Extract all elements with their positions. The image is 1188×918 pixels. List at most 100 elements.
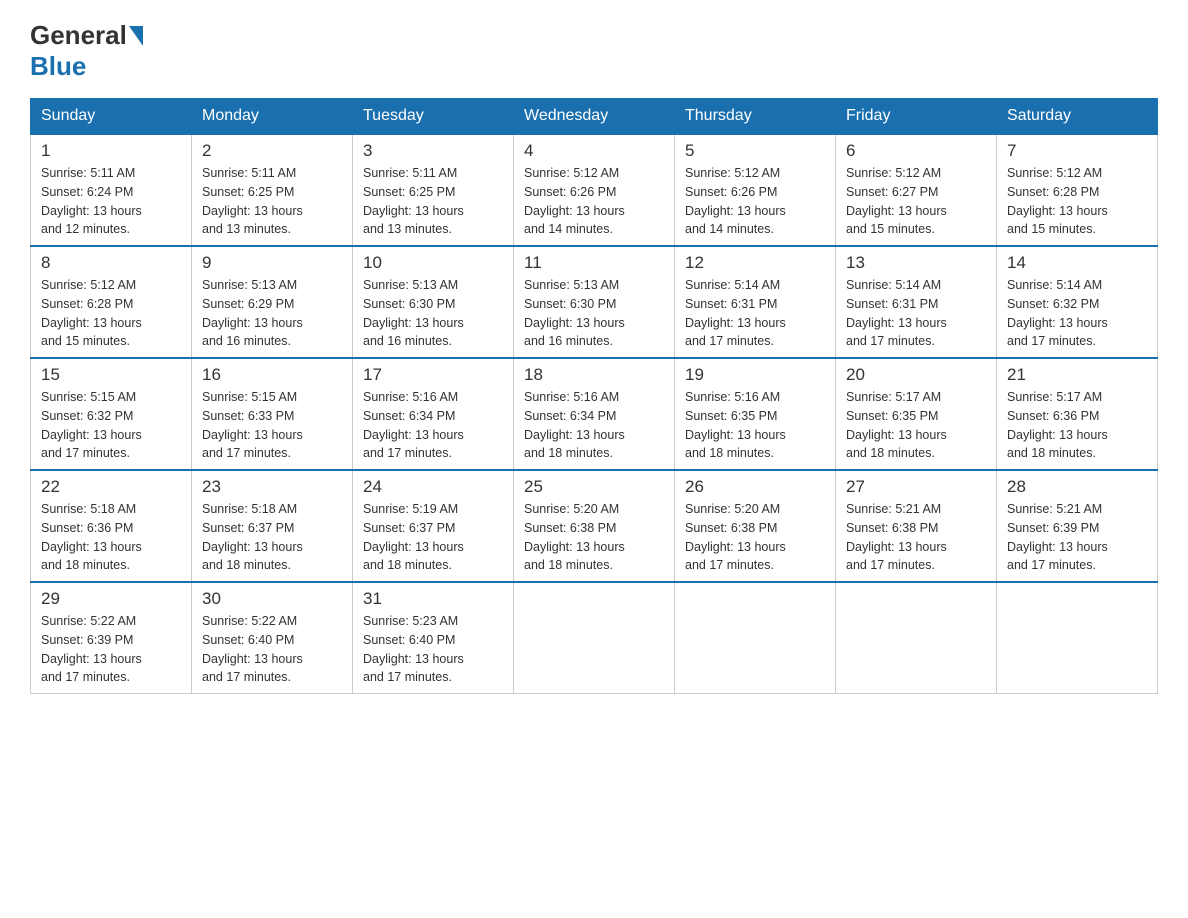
calendar-cell: [997, 582, 1158, 694]
day-number: 13: [846, 253, 986, 273]
calendar-header-row: SundayMondayTuesdayWednesdayThursdayFrid…: [31, 99, 1158, 135]
day-info: Sunrise: 5:20 AMSunset: 6:38 PMDaylight:…: [524, 500, 664, 575]
calendar-cell: 9 Sunrise: 5:13 AMSunset: 6:29 PMDayligh…: [192, 246, 353, 358]
day-number: 1: [41, 141, 181, 161]
week-row-4: 22 Sunrise: 5:18 AMSunset: 6:36 PMDaylig…: [31, 470, 1158, 582]
day-info: Sunrise: 5:16 AMSunset: 6:35 PMDaylight:…: [685, 388, 825, 463]
day-number: 7: [1007, 141, 1147, 161]
calendar-header-friday: Friday: [836, 99, 997, 135]
day-info: Sunrise: 5:22 AMSunset: 6:39 PMDaylight:…: [41, 612, 181, 687]
calendar-cell: 26 Sunrise: 5:20 AMSunset: 6:38 PMDaylig…: [675, 470, 836, 582]
calendar-header-wednesday: Wednesday: [514, 99, 675, 135]
day-info: Sunrise: 5:20 AMSunset: 6:38 PMDaylight:…: [685, 500, 825, 575]
day-number: 18: [524, 365, 664, 385]
calendar-cell: 10 Sunrise: 5:13 AMSunset: 6:30 PMDaylig…: [353, 246, 514, 358]
day-info: Sunrise: 5:13 AMSunset: 6:30 PMDaylight:…: [363, 276, 503, 351]
day-info: Sunrise: 5:11 AMSunset: 6:24 PMDaylight:…: [41, 164, 181, 239]
day-number: 12: [685, 253, 825, 273]
week-row-2: 8 Sunrise: 5:12 AMSunset: 6:28 PMDayligh…: [31, 246, 1158, 358]
calendar-cell: 25 Sunrise: 5:20 AMSunset: 6:38 PMDaylig…: [514, 470, 675, 582]
day-info: Sunrise: 5:11 AMSunset: 6:25 PMDaylight:…: [363, 164, 503, 239]
logo-general-text: General: [30, 20, 127, 51]
day-info: Sunrise: 5:21 AMSunset: 6:39 PMDaylight:…: [1007, 500, 1147, 575]
day-number: 5: [685, 141, 825, 161]
calendar-cell: 24 Sunrise: 5:19 AMSunset: 6:37 PMDaylig…: [353, 470, 514, 582]
day-number: 17: [363, 365, 503, 385]
day-info: Sunrise: 5:16 AMSunset: 6:34 PMDaylight:…: [524, 388, 664, 463]
calendar-cell: 3 Sunrise: 5:11 AMSunset: 6:25 PMDayligh…: [353, 134, 514, 246]
calendar-cell: 14 Sunrise: 5:14 AMSunset: 6:32 PMDaylig…: [997, 246, 1158, 358]
calendar-table: SundayMondayTuesdayWednesdayThursdayFrid…: [30, 98, 1158, 694]
calendar-header-tuesday: Tuesday: [353, 99, 514, 135]
day-info: Sunrise: 5:23 AMSunset: 6:40 PMDaylight:…: [363, 612, 503, 687]
calendar-cell: 2 Sunrise: 5:11 AMSunset: 6:25 PMDayligh…: [192, 134, 353, 246]
calendar-cell: 15 Sunrise: 5:15 AMSunset: 6:32 PMDaylig…: [31, 358, 192, 470]
day-info: Sunrise: 5:11 AMSunset: 6:25 PMDaylight:…: [202, 164, 342, 239]
day-info: Sunrise: 5:17 AMSunset: 6:35 PMDaylight:…: [846, 388, 986, 463]
calendar-cell: 13 Sunrise: 5:14 AMSunset: 6:31 PMDaylig…: [836, 246, 997, 358]
calendar-cell: 20 Sunrise: 5:17 AMSunset: 6:35 PMDaylig…: [836, 358, 997, 470]
day-number: 26: [685, 477, 825, 497]
page-header: General Blue: [30, 20, 1158, 82]
day-number: 23: [202, 477, 342, 497]
calendar-cell: 4 Sunrise: 5:12 AMSunset: 6:26 PMDayligh…: [514, 134, 675, 246]
calendar-cell: 31 Sunrise: 5:23 AMSunset: 6:40 PMDaylig…: [353, 582, 514, 694]
day-info: Sunrise: 5:15 AMSunset: 6:33 PMDaylight:…: [202, 388, 342, 463]
day-number: 8: [41, 253, 181, 273]
calendar-cell: 6 Sunrise: 5:12 AMSunset: 6:27 PMDayligh…: [836, 134, 997, 246]
calendar-cell: 12 Sunrise: 5:14 AMSunset: 6:31 PMDaylig…: [675, 246, 836, 358]
day-info: Sunrise: 5:21 AMSunset: 6:38 PMDaylight:…: [846, 500, 986, 575]
day-number: 4: [524, 141, 664, 161]
calendar-header-thursday: Thursday: [675, 99, 836, 135]
calendar-cell: 8 Sunrise: 5:12 AMSunset: 6:28 PMDayligh…: [31, 246, 192, 358]
day-info: Sunrise: 5:19 AMSunset: 6:37 PMDaylight:…: [363, 500, 503, 575]
day-number: 27: [846, 477, 986, 497]
calendar-cell: 1 Sunrise: 5:11 AMSunset: 6:24 PMDayligh…: [31, 134, 192, 246]
day-info: Sunrise: 5:17 AMSunset: 6:36 PMDaylight:…: [1007, 388, 1147, 463]
calendar-cell: 27 Sunrise: 5:21 AMSunset: 6:38 PMDaylig…: [836, 470, 997, 582]
day-number: 20: [846, 365, 986, 385]
day-info: Sunrise: 5:14 AMSunset: 6:31 PMDaylight:…: [846, 276, 986, 351]
day-number: 3: [363, 141, 503, 161]
logo-arrow-icon: [129, 26, 143, 46]
day-number: 15: [41, 365, 181, 385]
day-info: Sunrise: 5:14 AMSunset: 6:32 PMDaylight:…: [1007, 276, 1147, 351]
day-info: Sunrise: 5:18 AMSunset: 6:36 PMDaylight:…: [41, 500, 181, 575]
day-number: 9: [202, 253, 342, 273]
calendar-cell: [675, 582, 836, 694]
calendar-header-monday: Monday: [192, 99, 353, 135]
day-info: Sunrise: 5:15 AMSunset: 6:32 PMDaylight:…: [41, 388, 181, 463]
logo: General Blue: [30, 20, 145, 82]
calendar-cell: 23 Sunrise: 5:18 AMSunset: 6:37 PMDaylig…: [192, 470, 353, 582]
day-number: 6: [846, 141, 986, 161]
calendar-cell: [514, 582, 675, 694]
calendar-cell: 29 Sunrise: 5:22 AMSunset: 6:39 PMDaylig…: [31, 582, 192, 694]
day-info: Sunrise: 5:16 AMSunset: 6:34 PMDaylight:…: [363, 388, 503, 463]
week-row-5: 29 Sunrise: 5:22 AMSunset: 6:39 PMDaylig…: [31, 582, 1158, 694]
day-number: 19: [685, 365, 825, 385]
calendar-header-sunday: Sunday: [31, 99, 192, 135]
day-number: 2: [202, 141, 342, 161]
day-info: Sunrise: 5:18 AMSunset: 6:37 PMDaylight:…: [202, 500, 342, 575]
calendar-cell: 28 Sunrise: 5:21 AMSunset: 6:39 PMDaylig…: [997, 470, 1158, 582]
day-number: 10: [363, 253, 503, 273]
calendar-cell: 18 Sunrise: 5:16 AMSunset: 6:34 PMDaylig…: [514, 358, 675, 470]
day-number: 25: [524, 477, 664, 497]
calendar-cell: 30 Sunrise: 5:22 AMSunset: 6:40 PMDaylig…: [192, 582, 353, 694]
day-info: Sunrise: 5:22 AMSunset: 6:40 PMDaylight:…: [202, 612, 342, 687]
week-row-3: 15 Sunrise: 5:15 AMSunset: 6:32 PMDaylig…: [31, 358, 1158, 470]
day-info: Sunrise: 5:12 AMSunset: 6:28 PMDaylight:…: [41, 276, 181, 351]
week-row-1: 1 Sunrise: 5:11 AMSunset: 6:24 PMDayligh…: [31, 134, 1158, 246]
day-number: 11: [524, 253, 664, 273]
day-info: Sunrise: 5:12 AMSunset: 6:27 PMDaylight:…: [846, 164, 986, 239]
day-number: 29: [41, 589, 181, 609]
day-number: 24: [363, 477, 503, 497]
calendar-cell: 17 Sunrise: 5:16 AMSunset: 6:34 PMDaylig…: [353, 358, 514, 470]
day-number: 14: [1007, 253, 1147, 273]
day-number: 21: [1007, 365, 1147, 385]
calendar-cell: 22 Sunrise: 5:18 AMSunset: 6:36 PMDaylig…: [31, 470, 192, 582]
calendar-header-saturday: Saturday: [997, 99, 1158, 135]
calendar-cell: 11 Sunrise: 5:13 AMSunset: 6:30 PMDaylig…: [514, 246, 675, 358]
calendar-cell: [836, 582, 997, 694]
day-info: Sunrise: 5:14 AMSunset: 6:31 PMDaylight:…: [685, 276, 825, 351]
